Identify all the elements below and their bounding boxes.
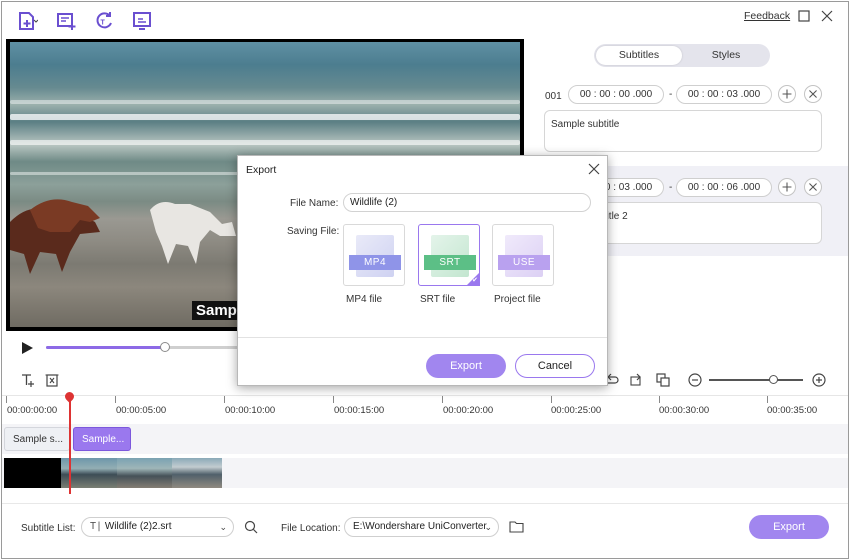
top-toolbar: T Feedback [2, 2, 848, 38]
time-separator: - [669, 89, 673, 100]
maximize-icon[interactable] [796, 8, 812, 24]
ruler-label: 00:00:35:00 [767, 405, 818, 416]
auto-subtitle-icon[interactable]: T [93, 10, 115, 32]
format-caption: MP4 file [346, 294, 383, 305]
text-file-icon: T| [90, 521, 103, 532]
chevron-down-icon: ⌄ [219, 522, 227, 532]
zoom-slider-handle[interactable] [769, 375, 778, 384]
format-caption: Project file [494, 294, 541, 305]
add-subtitle-icon[interactable] [55, 10, 77, 32]
redo-icon[interactable] [628, 372, 644, 388]
dialog-export-button[interactable]: Export [426, 354, 506, 378]
video-thumbnail [172, 458, 222, 488]
close-icon[interactable] [587, 162, 601, 176]
format-band: USE [498, 255, 550, 270]
file-name-input[interactable]: Wildlife (2) [343, 193, 591, 212]
dialog-cancel-button[interactable]: Cancel [515, 354, 595, 378]
start-time-field[interactable]: 00 : 00 : 00 .000 [568, 85, 664, 104]
subtitle-list-select[interactable]: T| Wildlife (2)2.srt ⌄ [81, 517, 234, 537]
dialog-footer: Export Cancel [238, 337, 607, 385]
bottom-bar: Subtitle List: T| Wildlife (2)2.srt ⌄ Fi… [2, 503, 848, 558]
dialog-title: Export [246, 164, 277, 176]
subtitle-overlay: Samp [192, 301, 241, 320]
panel-tabs: Subtitles Styles [594, 44, 770, 67]
subtitle-clip[interactable]: Sample s... [4, 427, 70, 451]
add-entry-button[interactable] [778, 85, 796, 103]
progress-handle[interactable] [159, 342, 170, 352]
app-window: T Feedback Samp Subtitles Styles 001 00 … [1, 1, 849, 559]
format-band: SRT [424, 255, 476, 270]
ruler-label: 00:00:15:00 [334, 405, 385, 416]
subtitle-screen-icon[interactable] [131, 10, 153, 32]
chevron-down-icon: ⌄ [484, 522, 492, 532]
zoom-in-icon[interactable] [811, 372, 827, 388]
subtitle-entry[interactable]: 001 00 : 00 : 00 .000 - 00 : 00 : 03 .00… [528, 79, 848, 155]
feedback-link[interactable]: Feedback [744, 10, 790, 22]
progress-fill [46, 346, 165, 349]
video-thumbnail [4, 458, 61, 488]
ruler-label: 00:00:00:00 [7, 405, 58, 416]
delete-entry-button[interactable] [804, 85, 822, 103]
end-time-field[interactable]: 00 : 00 : 03 .000 [676, 85, 772, 104]
end-time-field[interactable]: 00 : 00 : 06 .000 [676, 178, 772, 197]
entry-index: 001 [545, 91, 562, 102]
file-location-select[interactable]: E:\Wondershare UniConverter ⌄ [344, 517, 499, 537]
format-band: MP4 [349, 255, 401, 270]
play-icon[interactable] [20, 341, 34, 355]
format-option-project[interactable]: USE [492, 224, 554, 286]
subtitle-track: Sample s... Sample... [2, 424, 848, 454]
video-thumbnail [117, 458, 172, 488]
zoom-out-icon[interactable] [687, 372, 703, 388]
folder-icon[interactable] [509, 520, 524, 533]
delete-entry-button[interactable] [804, 178, 822, 196]
playhead[interactable] [69, 394, 71, 494]
saving-file-label: Saving File: [287, 226, 340, 237]
format-option-srt[interactable]: SRT ✔ [418, 224, 480, 286]
add-text-icon[interactable] [20, 372, 36, 388]
close-icon[interactable] [819, 8, 835, 24]
subtitle-text-field[interactable]: Sample subtitle [544, 110, 822, 152]
time-separator: - [669, 182, 673, 193]
tab-styles[interactable]: Styles [684, 46, 768, 65]
ruler-label: 00:00:20:00 [443, 405, 494, 416]
timeline[interactable]: 00:00:00:00 00:00:05:00 00:00:10:00 00:0… [2, 390, 848, 503]
export-button[interactable]: Export [749, 515, 829, 539]
subtitle-file-value: Wildlife (2)2.srt [104, 521, 172, 532]
file-location-value: E:\Wondershare UniConverter [353, 521, 487, 532]
video-track [2, 458, 848, 488]
add-file-icon[interactable] [16, 10, 39, 32]
check-icon: ✔ [472, 277, 478, 284]
svg-text:T: T [101, 20, 106, 27]
add-entry-button[interactable] [778, 178, 796, 196]
tab-subtitles[interactable]: Subtitles [596, 46, 682, 65]
export-dialog: Export File Name: Wildlife (2) Saving Fi… [237, 155, 608, 386]
file-name-label: File Name: [290, 198, 339, 209]
subtitle-clip-selected[interactable]: Sample... [73, 427, 131, 451]
ruler-label: 00:00:10:00 [225, 405, 276, 416]
ruler-label: 00:00:05:00 [116, 405, 167, 416]
subtitle-list-label: Subtitle List: [21, 523, 76, 534]
copy-icon[interactable] [655, 372, 671, 388]
format-caption: SRT file [420, 294, 456, 305]
ruler-label: 00:00:25:00 [551, 405, 602, 416]
horses-image [10, 199, 236, 274]
file-location-label: File Location: [281, 523, 341, 534]
delete-icon[interactable] [44, 372, 60, 388]
format-option-mp4[interactable]: MP4 [343, 224, 405, 286]
search-icon[interactable] [244, 520, 258, 534]
ruler-label: 00:00:30:00 [659, 405, 710, 416]
zoom-slider[interactable] [709, 379, 803, 381]
